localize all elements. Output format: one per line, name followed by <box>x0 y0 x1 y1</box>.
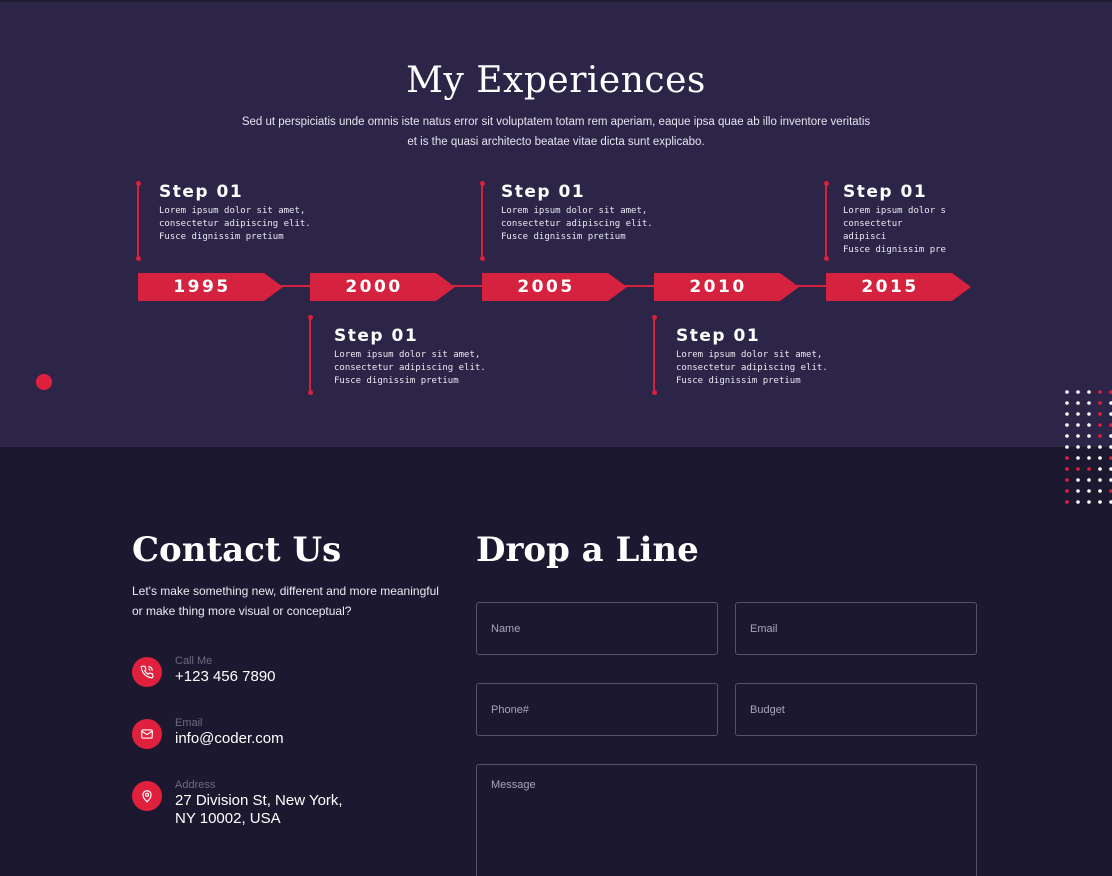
decorative-dot <box>1098 434 1102 438</box>
timeline-year-tag: 2005 <box>482 273 627 301</box>
decorative-dot <box>1076 423 1080 427</box>
timeline-step: Step 01 Lorem ipsum dolor s consectetur … <box>843 182 948 257</box>
decorative-dot <box>1076 445 1080 449</box>
decorative-dot <box>1065 456 1069 460</box>
timeline-connector <box>823 181 829 261</box>
decorative-dot <box>1098 478 1102 482</box>
step-title: Step 01 <box>676 326 761 346</box>
decorative-dot <box>1098 489 1102 493</box>
decorative-dot <box>1065 401 1069 405</box>
decorative-dot <box>1098 390 1102 394</box>
form-title: Drop a Line <box>476 530 699 570</box>
location-pin-icon <box>132 781 162 811</box>
contact-item-address: Address 27 Division St, New York, NY 100… <box>132 779 343 828</box>
timeline-year-tag: 2015 <box>826 273 971 301</box>
contact-label: Email <box>175 717 203 729</box>
decorative-dot <box>1087 434 1091 438</box>
name-input[interactable] <box>476 602 718 655</box>
decorative-dot <box>1087 500 1091 504</box>
decorative-dot <box>1098 401 1102 405</box>
decorative-dot <box>1065 434 1069 438</box>
contact-phone-value[interactable]: +123 456 7890 <box>175 668 276 686</box>
contact-address-value: 27 Division St, New York, NY 10002, USA <box>175 792 343 827</box>
decorative-dot <box>1065 489 1069 493</box>
decorative-dot <box>1087 489 1091 493</box>
decorative-dot <box>1065 467 1069 471</box>
timeline-step: Step 01 Lorem ipsum dolor sit amet, cons… <box>676 326 846 388</box>
timeline-connector <box>479 181 485 261</box>
step-title: Step 01 <box>334 326 419 346</box>
timeline-connector <box>307 315 313 395</box>
decorative-dot <box>1065 500 1069 504</box>
step-text: Lorem ipsum dolor s consectetur adipisci… <box>843 206 946 255</box>
decorative-dot <box>1076 478 1080 482</box>
decorative-dot <box>1076 401 1080 405</box>
timeline-step: Step 01 Lorem ipsum dolor sit amet, cons… <box>159 182 329 244</box>
decorative-dot <box>1076 434 1080 438</box>
timeline-step: Step 01 Lorem ipsum dolor sit amet, cons… <box>501 182 671 244</box>
phone-icon <box>132 657 162 687</box>
contact-title: Contact Us <box>132 530 342 570</box>
timeline-year: 2010 <box>689 277 747 297</box>
decorative-dot <box>1065 423 1069 427</box>
timeline-connector <box>135 181 141 261</box>
timeline-step: Step 01 Lorem ipsum dolor sit amet, cons… <box>334 326 504 388</box>
decorative-dot <box>1087 390 1091 394</box>
decorative-dot <box>1076 412 1080 416</box>
step-text: Lorem ipsum dolor sit amet, consectetur … <box>159 206 311 242</box>
decorative-dot <box>1087 423 1091 427</box>
decorative-dot <box>1076 500 1080 504</box>
step-text: Lorem ipsum dolor sit amet, consectetur … <box>334 350 486 386</box>
step-title: Step 01 <box>501 182 586 202</box>
timeline-year: 2015 <box>861 277 919 297</box>
decorative-dot <box>1087 478 1091 482</box>
decorative-dot <box>1098 467 1102 471</box>
decorative-dot <box>1087 456 1091 460</box>
contact-item-email[interactable]: Email info@coder.com <box>132 717 284 749</box>
experiences-section: My Experiences Sed ut perspiciatis unde … <box>0 0 1112 447</box>
step-title: Step 01 <box>159 182 244 202</box>
decorative-dot <box>1065 390 1069 394</box>
timeline-year: 1995 <box>173 277 231 297</box>
decorative-dot <box>1098 445 1102 449</box>
decorative-dot-grid <box>1065 390 1112 504</box>
decorative-dot <box>1098 456 1102 460</box>
experiences-title: My Experiences <box>406 60 706 101</box>
step-text: Lorem ipsum dolor sit amet, consectetur … <box>676 350 828 386</box>
budget-input[interactable] <box>735 683 977 736</box>
decorative-dot <box>1076 467 1080 471</box>
contact-label: Address <box>175 779 216 791</box>
decorative-dot <box>1065 412 1069 416</box>
decorative-dot <box>1087 445 1091 449</box>
decorative-dot <box>1098 412 1102 416</box>
timeline-year-tag: 2000 <box>310 273 455 301</box>
timeline-year-tag: 1995 <box>138 273 283 301</box>
contact-item-phone[interactable]: Call Me +123 456 7890 <box>132 655 276 687</box>
timeline-year: 2005 <box>517 277 575 297</box>
contact-label: Call Me <box>175 655 213 667</box>
mail-icon <box>132 719 162 749</box>
decorative-dot <box>1087 467 1091 471</box>
email-input[interactable] <box>735 602 977 655</box>
timeline-year-tag: 2010 <box>654 273 799 301</box>
phone-input[interactable] <box>476 683 718 736</box>
timeline-year: 2000 <box>345 277 403 297</box>
decorative-dot <box>1098 423 1102 427</box>
message-textarea[interactable] <box>476 764 977 876</box>
contact-email-value[interactable]: info@coder.com <box>175 730 284 748</box>
timeline-connector <box>651 315 657 395</box>
decorative-dot <box>1076 390 1080 394</box>
step-text: Lorem ipsum dolor sit amet, consectetur … <box>501 206 653 242</box>
decorative-dot <box>1098 500 1102 504</box>
decorative-dot <box>1065 445 1069 449</box>
decorative-dot <box>1076 456 1080 460</box>
contact-subtitle: Let's make something new, different and … <box>132 584 439 618</box>
decorative-dot <box>1076 489 1080 493</box>
decorative-dot <box>1087 401 1091 405</box>
decorative-dot <box>1087 412 1091 416</box>
experiences-subtitle: Sed ut perspiciatis unde omnis iste natu… <box>241 116 871 148</box>
decorative-dot <box>1065 478 1069 482</box>
step-title: Step 01 <box>843 182 928 202</box>
decorative-red-dot <box>36 374 52 390</box>
